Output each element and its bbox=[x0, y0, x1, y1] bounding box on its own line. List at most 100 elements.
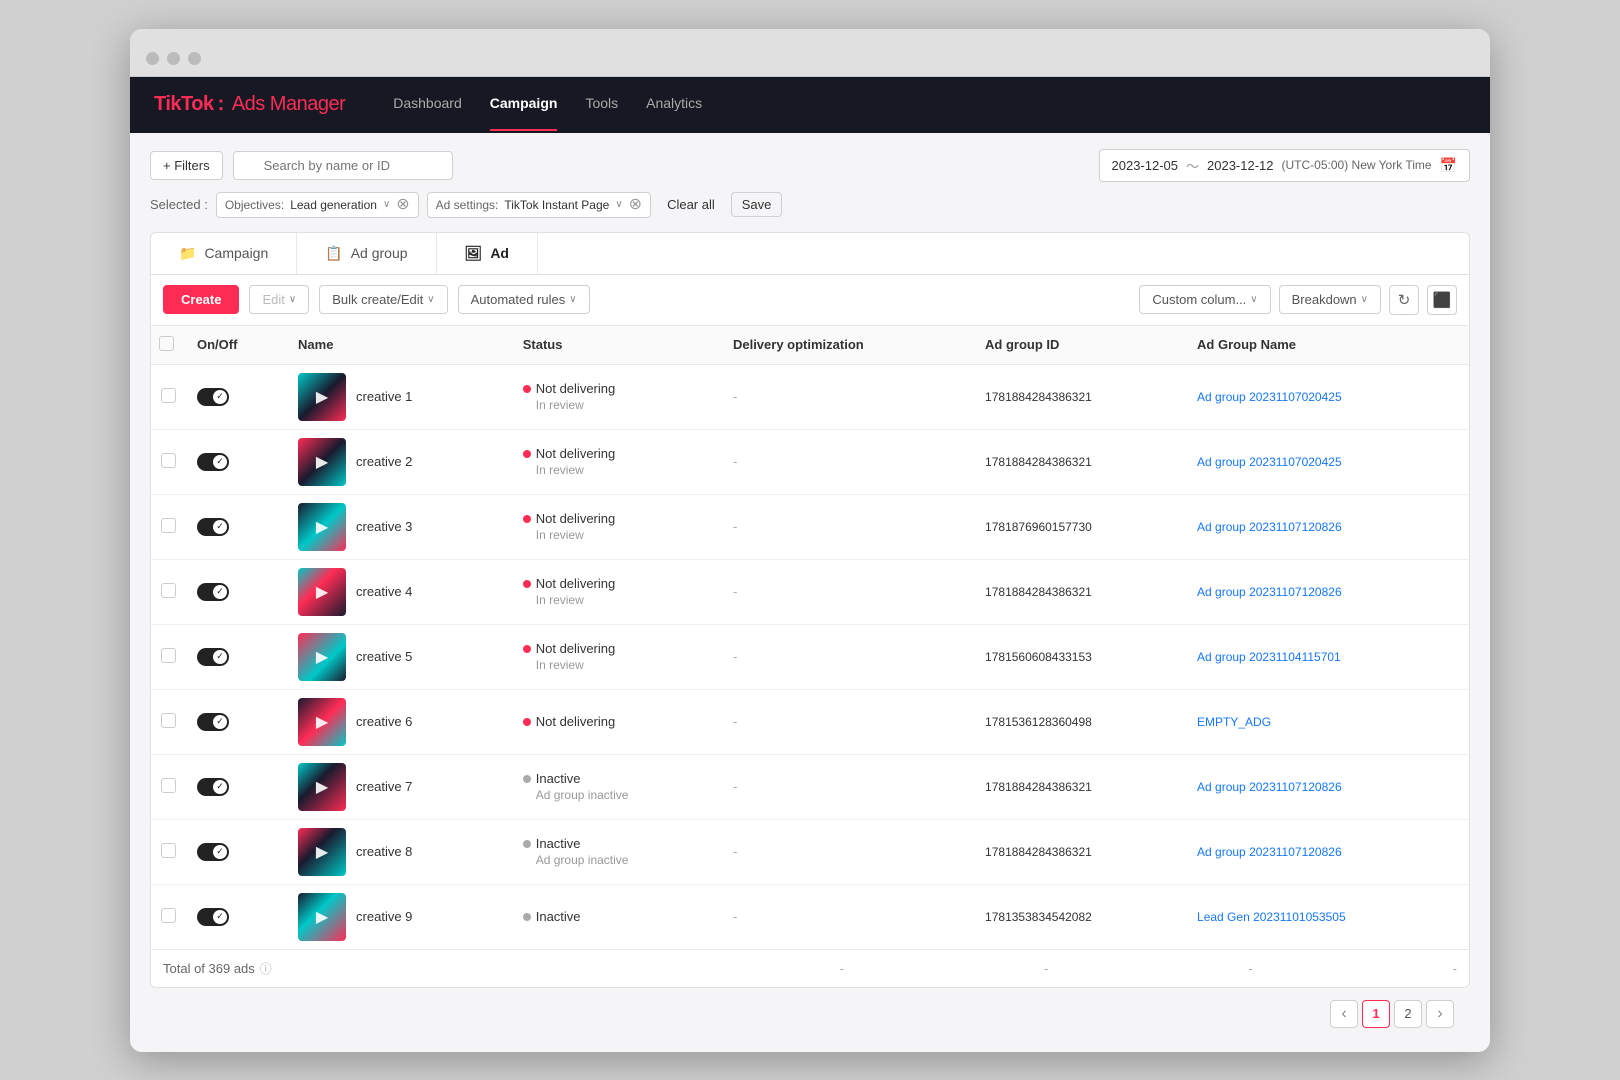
row-toggle-6[interactable]: ✓ bbox=[197, 713, 229, 731]
filter-tag-close-0[interactable]: ⊗ bbox=[396, 197, 409, 213]
status-main-2: Not delivering bbox=[523, 446, 713, 461]
row-adgroupid-4: 1781884284386321 bbox=[985, 585, 1092, 599]
row-toggle-cell-1: ✓ bbox=[187, 364, 288, 429]
row-thumbnail-2: ▶ bbox=[298, 438, 346, 486]
row-checkbox-cell-1 bbox=[151, 364, 187, 429]
page-2-button[interactable]: 2 bbox=[1394, 1000, 1422, 1028]
status-sub-8: Ad group inactive bbox=[536, 853, 713, 867]
row-adgroupid-cell-3: 1781876960157730 bbox=[975, 494, 1187, 559]
bulk-create-chevron: ∨ bbox=[427, 294, 434, 305]
row-status-cell-4: Not delivering In review bbox=[513, 559, 723, 624]
nav-tools[interactable]: Tools bbox=[585, 95, 618, 115]
prev-page-button[interactable]: ‹ bbox=[1330, 1000, 1358, 1028]
status-sub-3: In review bbox=[536, 528, 713, 542]
breakdown-button[interactable]: Breakdown ∨ bbox=[1279, 285, 1381, 314]
row-delivery-cell-2: - bbox=[723, 429, 975, 494]
row-checkbox-1[interactable] bbox=[161, 388, 176, 403]
status-dot-1 bbox=[523, 385, 531, 393]
thumb-wrap-1: ▶ creative 1 bbox=[298, 373, 503, 421]
nav-dashboard[interactable]: Dashboard bbox=[393, 95, 462, 115]
table-row: ✓ ▶ creative 3 Not delivering bbox=[151, 494, 1469, 559]
row-toggle-7[interactable]: ✓ bbox=[197, 778, 229, 796]
automated-rules-button[interactable]: Automated rules ∨ bbox=[458, 285, 590, 314]
search-input[interactable] bbox=[233, 151, 453, 180]
row-adgroupname-6[interactable]: EMPTY_ADG bbox=[1197, 715, 1271, 729]
toggle-knob-6: ✓ bbox=[213, 715, 227, 729]
nav-items: Dashboard Campaign Tools Analytics bbox=[393, 95, 702, 115]
row-toggle-4[interactable]: ✓ bbox=[197, 583, 229, 601]
row-toggle-1[interactable]: ✓ bbox=[197, 388, 229, 406]
row-adgroupname-2[interactable]: Ad group 20231107020425 bbox=[1197, 455, 1342, 469]
edit-button[interactable]: Edit ∨ bbox=[249, 285, 309, 314]
row-checkbox-6[interactable] bbox=[161, 713, 176, 728]
row-checkbox-3[interactable] bbox=[161, 518, 176, 533]
table-header-row: On/Off Name Status Delivery optimization… bbox=[151, 326, 1469, 365]
row-adgroupname-1[interactable]: Ad group 20231107020425 bbox=[1197, 390, 1342, 404]
status-main-8: Inactive bbox=[523, 836, 713, 851]
status-text-9: Inactive bbox=[536, 909, 581, 924]
filter-tag-objectives[interactable]: Objectives: Lead generation ∨ ⊗ bbox=[216, 192, 419, 218]
row-adgroupname-cell-1: Ad group 20231107020425 bbox=[1187, 364, 1469, 429]
refresh-button[interactable]: ↻ bbox=[1389, 285, 1419, 315]
info-icon[interactable]: ⓘ bbox=[260, 960, 272, 977]
tab-ad[interactable]: 🖼 Ad bbox=[437, 233, 538, 274]
row-toggle-cell-5: ✓ bbox=[187, 624, 288, 689]
row-adgroupname-5[interactable]: Ad group 20231104115701 bbox=[1197, 650, 1341, 664]
create-button[interactable]: Create bbox=[163, 285, 239, 314]
row-checkbox-5[interactable] bbox=[161, 648, 176, 663]
row-status-cell-5: Not delivering In review bbox=[513, 624, 723, 689]
row-toggle-3[interactable]: ✓ bbox=[197, 518, 229, 536]
custom-column-button[interactable]: Custom colum... ∨ bbox=[1139, 285, 1270, 314]
row-toggle-8[interactable]: ✓ bbox=[197, 843, 229, 861]
row-adgroupname-3[interactable]: Ad group 20231107120826 bbox=[1197, 520, 1342, 534]
row-checkbox-2[interactable] bbox=[161, 453, 176, 468]
campaign-tab-icon: 📁 bbox=[179, 245, 196, 262]
row-checkbox-9[interactable] bbox=[161, 908, 176, 923]
clear-all-button[interactable]: Clear all bbox=[659, 193, 723, 216]
row-toggle-5[interactable]: ✓ bbox=[197, 648, 229, 666]
row-toggle-9[interactable]: ✓ bbox=[197, 908, 229, 926]
filter-tag-close-1[interactable]: ⊗ bbox=[629, 197, 642, 213]
custom-column-label: Custom colum... bbox=[1152, 292, 1246, 307]
row-adgroupid-5: 1781560608433153 bbox=[985, 650, 1092, 664]
footer-dash-1: - bbox=[840, 961, 844, 976]
bulk-create-button[interactable]: Bulk create/Edit ∨ bbox=[319, 285, 447, 314]
export-button[interactable]: ⬛ bbox=[1427, 285, 1457, 315]
total-count: Total of 369 ads ⓘ bbox=[163, 960, 272, 977]
row-adgroupname-8[interactable]: Ad group 20231107120826 bbox=[1197, 845, 1342, 859]
status-text-8: Inactive bbox=[536, 836, 581, 851]
play-icon-2: ▶ bbox=[316, 452, 328, 472]
row-delivery-cell-5: - bbox=[723, 624, 975, 689]
date-range-picker[interactable]: 2023-12-05 ～ 2023-12-12 (UTC-05:00) New … bbox=[1099, 149, 1471, 182]
tab-adgroup[interactable]: 📋 Ad group bbox=[297, 233, 436, 274]
row-checkbox-4[interactable] bbox=[161, 583, 176, 598]
row-adgroupname-9[interactable]: Lead Gen 20231101053505 bbox=[1197, 910, 1346, 924]
nav-analytics[interactable]: Analytics bbox=[646, 95, 702, 115]
row-adgroupname-7[interactable]: Ad group 20231107120826 bbox=[1197, 780, 1342, 794]
row-checkbox-8[interactable] bbox=[161, 843, 176, 858]
status-sub-7: Ad group inactive bbox=[536, 788, 713, 802]
next-page-button[interactable]: › bbox=[1426, 1000, 1454, 1028]
row-adgroupname-cell-8: Ad group 20231107120826 bbox=[1187, 819, 1469, 884]
filter-tag-ad-settings[interactable]: Ad settings: TikTok Instant Page ∨ ⊗ bbox=[427, 192, 651, 218]
row-adgroupid-cell-8: 1781884284386321 bbox=[975, 819, 1187, 884]
filters-button[interactable]: + Filters bbox=[150, 151, 223, 180]
select-all-checkbox[interactable] bbox=[159, 336, 174, 351]
save-button[interactable]: Save bbox=[731, 192, 783, 217]
edit-label: Edit bbox=[262, 292, 284, 307]
row-status-cell-2: Not delivering In review bbox=[513, 429, 723, 494]
calendar-icon: 📅 bbox=[1440, 157, 1457, 174]
header-delivery: Delivery optimization bbox=[723, 326, 975, 365]
row-checkbox-cell-7 bbox=[151, 754, 187, 819]
date-separator: ～ bbox=[1186, 156, 1199, 175]
row-checkbox-7[interactable] bbox=[161, 778, 176, 793]
selected-label: Selected : bbox=[150, 197, 208, 212]
pagination: ‹ 1 2 › bbox=[150, 988, 1470, 1036]
row-toggle-cell-9: ✓ bbox=[187, 884, 288, 949]
nav-campaign[interactable]: Campaign bbox=[490, 95, 558, 115]
row-adgroupname-4[interactable]: Ad group 20231107120826 bbox=[1197, 585, 1342, 599]
row-toggle-2[interactable]: ✓ bbox=[197, 453, 229, 471]
status-dot-6 bbox=[523, 718, 531, 726]
page-1-button[interactable]: 1 bbox=[1362, 1000, 1390, 1028]
tab-campaign[interactable]: 📁 Campaign bbox=[151, 233, 297, 274]
